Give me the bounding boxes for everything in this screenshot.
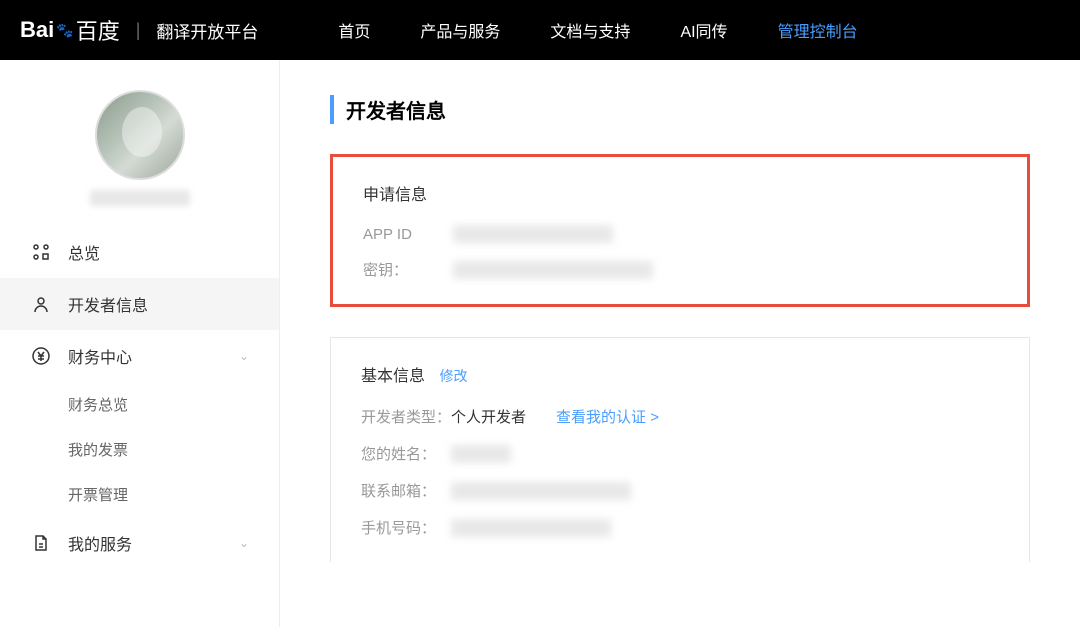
user-icon <box>30 293 52 315</box>
document-icon <box>30 532 52 554</box>
top-nav: 首页 产品与服务 文档与支持 AI同传 管理控制台 <box>338 18 857 42</box>
sidebar-item-services[interactable]: 我的服务 ⌄ <box>0 517 279 569</box>
email-row: 联系邮箱： <box>361 480 999 501</box>
chevron-down-icon: ⌄ <box>239 349 249 363</box>
secret-label: 密钥： <box>363 259 453 280</box>
username-blurred <box>90 190 190 206</box>
platform-name[interactable]: 翻译开放平台 <box>156 18 258 43</box>
nav-docs[interactable]: 文档与支持 <box>550 18 630 42</box>
sidebar-item-developer[interactable]: 开发者信息 <box>0 278 279 330</box>
logo-text-bai: Bai <box>20 17 54 43</box>
secret-row: 密钥： <box>363 259 997 280</box>
nav-products[interactable]: 产品与服务 <box>420 18 500 42</box>
baidu-logo[interactable]: Bai🐾百度 <box>20 14 120 46</box>
card-title-basic: 基本信息 修改 <box>361 362 999 386</box>
email-label: 联系邮箱： <box>361 480 451 501</box>
currency-icon <box>30 345 52 367</box>
basic-info-card: 基本信息 修改 开发者类型： 个人开发者 查看我的认证 > 您的姓名： 联系邮箱… <box>330 337 1030 562</box>
app-id-label: APP ID <box>363 226 453 243</box>
submenu-finance: 财务总览 我的发票 开票管理 <box>0 382 279 517</box>
email-value-blurred <box>451 482 631 500</box>
content-area: 开发者信息 申请信息 APP ID 密钥： 基本信息 修改 开发者类型： 个人开… <box>280 60 1080 627</box>
logo-text-baidu: 百度 <box>76 14 120 46</box>
sidebar-item-label: 我的服务 <box>68 531 239 555</box>
name-row: 您的姓名： <box>361 443 999 464</box>
developer-type-label: 开发者类型： <box>361 406 451 427</box>
paw-icon: 🐾 <box>56 22 73 39</box>
phone-row: 手机号码： <box>361 517 999 538</box>
name-value-blurred <box>451 445 511 463</box>
sidebar-item-label: 总览 <box>68 240 249 264</box>
developer-type-value: 个人开发者 <box>451 406 526 427</box>
submenu-invoice-manage[interactable]: 开票管理 <box>0 472 279 517</box>
page-title: 开发者信息 <box>330 95 1030 124</box>
sidebar-item-label: 开发者信息 <box>68 292 249 316</box>
secret-value-blurred <box>453 261 653 279</box>
application-info-card: 申请信息 APP ID 密钥： <box>330 154 1030 307</box>
nav-console[interactable]: 管理控制台 <box>778 18 858 42</box>
nav-ai-interpret[interactable]: AI同传 <box>680 18 727 42</box>
logo-divider: | <box>136 20 141 41</box>
phone-label: 手机号码： <box>361 517 451 538</box>
avatar-section <box>0 90 279 206</box>
chevron-down-icon: ⌄ <box>239 536 249 550</box>
basic-info-title-text: 基本信息 <box>361 368 425 385</box>
nav-home[interactable]: 首页 <box>338 18 370 42</box>
name-label: 您的姓名： <box>361 443 451 464</box>
sidebar-item-overview[interactable]: 总览 <box>0 226 279 278</box>
view-auth-link[interactable]: 查看我的认证 > <box>556 406 659 427</box>
avatar[interactable] <box>95 90 185 180</box>
sidebar: 总览 开发者信息 财务中心 ⌄ 财务总览 我的发票 开票管理 <box>0 60 280 627</box>
top-header: Bai🐾百度 | 翻译开放平台 首页 产品与服务 文档与支持 AI同传 管理控制… <box>0 0 1080 60</box>
submenu-finance-overview[interactable]: 财务总览 <box>0 382 279 427</box>
phone-value-blurred <box>451 519 611 537</box>
sidebar-item-label: 财务中心 <box>68 344 239 368</box>
logo-area: Bai🐾百度 | 翻译开放平台 <box>20 14 258 46</box>
sidebar-item-finance[interactable]: 财务中心 ⌄ <box>0 330 279 382</box>
app-id-row: APP ID <box>363 225 997 243</box>
card-title-application: 申请信息 <box>363 181 997 205</box>
edit-link[interactable]: 修改 <box>439 368 467 384</box>
app-id-value-blurred <box>453 225 613 243</box>
developer-type-row: 开发者类型： 个人开发者 查看我的认证 > <box>361 406 999 427</box>
main-layout: 总览 开发者信息 财务中心 ⌄ 财务总览 我的发票 开票管理 <box>0 60 1080 627</box>
grid-icon <box>30 241 52 263</box>
submenu-my-invoice[interactable]: 我的发票 <box>0 427 279 472</box>
sidebar-menu: 总览 开发者信息 财务中心 ⌄ 财务总览 我的发票 开票管理 <box>0 226 279 569</box>
